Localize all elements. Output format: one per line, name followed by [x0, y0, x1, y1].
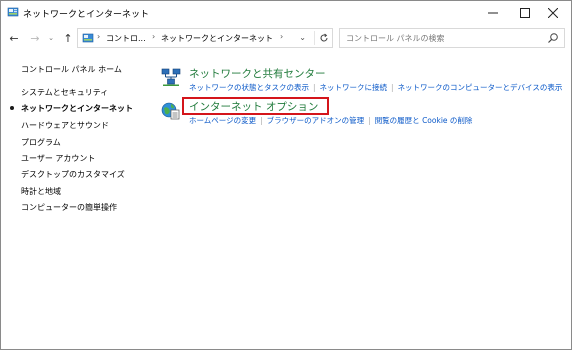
search-icon[interactable] — [547, 32, 559, 44]
link-delete-browsing-history[interactable]: 閲覧の履歴と Cookie の削除 — [375, 116, 473, 125]
link-divider: | — [391, 83, 394, 92]
breadcrumb-separator: › — [97, 32, 101, 41]
link-view-network-status[interactable]: ネットワークの状態とタスクの表示 — [189, 83, 309, 92]
link-view-network-computers[interactable]: ネットワークのコンピューターとデバイスの表示 — [398, 83, 563, 92]
breadcrumb-network-internet[interactable]: ネットワークとインターネット — [161, 33, 273, 44]
sidebar-item-hardware-sound[interactable]: ハードウェアとサウンド — [21, 120, 109, 131]
minimize-button[interactable] — [475, 1, 511, 25]
close-button[interactable] — [535, 1, 571, 25]
sidebar: コントロール パネル ホーム システムとセキュリティ ネットワークとインターネッ… — [1, 51, 151, 341]
control-panel-app-icon — [7, 7, 19, 17]
network-sharing-icon — [161, 68, 181, 86]
breadcrumb-control-panel[interactable]: コントロ... — [106, 33, 146, 44]
close-icon — [548, 8, 558, 18]
sidebar-item-system-security[interactable]: システムとセキュリティ — [21, 87, 108, 98]
sidebar-item-programs[interactable]: プログラム — [21, 137, 61, 148]
breadcrumb-separator: › — [152, 32, 156, 41]
internet-options-links: ホームページの変更 | ブラウザーのアドオンの管理 | 閲覧の履歴と Cookie の削… — [189, 115, 472, 126]
network-sharing-center-title[interactable]: ネットワークと共有センター — [189, 66, 326, 81]
link-divider: | — [260, 116, 263, 125]
refresh-icon — [320, 33, 327, 42]
sidebar-item-control-panel-home[interactable]: コントロール パネル ホーム — [21, 64, 122, 75]
search-box — [339, 28, 565, 48]
back-button[interactable]: ← — [7, 30, 21, 46]
address-bar[interactable]: › コントロ... › ネットワークとインターネット › ⌄ — [77, 28, 333, 48]
forward-button[interactable]: → — [28, 30, 42, 46]
breadcrumb-separator: › — [280, 32, 284, 41]
sidebar-item-user-accounts[interactable]: ユーザー アカウント — [21, 153, 95, 164]
address-history-dropdown[interactable]: ⌄ — [299, 33, 306, 42]
link-manage-addons[interactable]: ブラウザーのアドオンの管理 — [267, 116, 365, 125]
back-arrow-icon: ← — [9, 31, 19, 45]
minimize-icon — [488, 12, 498, 14]
recent-locations-button[interactable]: ⌄ — [47, 30, 55, 46]
chevron-down-icon: ⌄ — [48, 34, 54, 42]
internet-options-icon — [161, 102, 180, 120]
link-divider: | — [313, 83, 316, 92]
highlight-box — [182, 97, 329, 115]
active-indicator-dot — [10, 106, 14, 110]
window-title: ネットワークとインターネット — [23, 10, 150, 20]
link-connect-to-network[interactable]: ネットワークに接続 — [320, 83, 388, 92]
maximize-icon — [520, 8, 530, 18]
control-panel-window: ネットワークとインターネット ← → ⌄ ↑ › コントロ... › ネットワー… — [0, 0, 572, 350]
sidebar-item-appearance[interactable]: デスクトップのカスタマイズ — [21, 169, 125, 180]
link-change-homepage[interactable]: ホームページの変更 — [189, 116, 256, 125]
up-button[interactable]: ↑ — [61, 30, 75, 46]
control-panel-icon — [82, 33, 94, 43]
navigation-bar: ← → ⌄ ↑ › コントロ... › ネットワークとインターネット › ⌄ — [1, 25, 571, 51]
sidebar-item-ease-of-access[interactable]: コンピューターの簡単操作 — [21, 202, 117, 213]
search-input[interactable] — [346, 32, 536, 45]
forward-arrow-icon: → — [30, 31, 40, 45]
refresh-button[interactable] — [314, 31, 332, 45]
title-bar: ネットワークとインターネット — [1, 1, 571, 25]
up-arrow-icon: ↑ — [63, 31, 73, 45]
link-divider: | — [368, 116, 371, 125]
sidebar-item-network-internet[interactable]: ネットワークとインターネット — [21, 103, 133, 114]
network-sharing-links: ネットワークの状態とタスクの表示 | ネットワークに接続 | ネットワークのコンピュータ… — [189, 82, 562, 93]
sidebar-item-clock-region[interactable]: 時計と地域 — [21, 186, 61, 197]
